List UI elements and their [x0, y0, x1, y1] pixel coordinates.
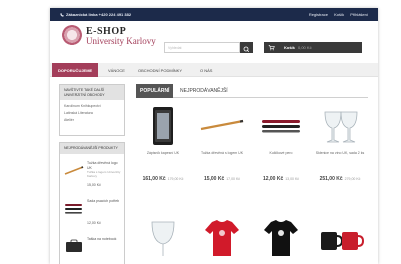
- product-card[interactable]: Sklenice na víno UK, sada 2 ks 251,00 Kč…: [313, 104, 367, 182]
- promo-box: Navštivte také další univerzitní obchody…: [59, 84, 125, 136]
- bestsellers-box: Nejprodávanější produkty Tužka dřevěná l…: [59, 142, 125, 264]
- product-name: Zápisník kapesní UK: [146, 151, 180, 155]
- bestseller-name: Sada psacích potřeb: [87, 199, 120, 203]
- product-price-now: 161,00 Kč: [142, 176, 166, 182]
- pencil-icon: [64, 166, 84, 175]
- bestseller-name: Taška na notebook: [87, 237, 117, 241]
- product-card[interactable]: Zápisník kapesní UK 161,00 Kč 179,00 Kč: [136, 104, 190, 182]
- product-price: 15,00 Kč 17,00 Kč: [195, 167, 249, 185]
- cart-icon: [268, 45, 275, 51]
- login-link[interactable]: Přihlášení: [350, 12, 368, 17]
- product-card[interactable]: Tužka dřevěná s logem UK 15,00 Kč 17,00 K…: [195, 104, 249, 182]
- wine-glasses-icon: [324, 111, 358, 143]
- product-price: 12,00 Kč 13,00 Kč: [254, 167, 308, 185]
- nav-item-christmas[interactable]: Vánoce: [108, 63, 125, 77]
- product-name: Sklenice na víno UK, sada 2 ks: [315, 151, 365, 155]
- university-seal-logo[interactable]: [62, 25, 82, 45]
- nav-item-recommended[interactable]: Doporučujeme: [52, 63, 99, 77]
- product-card[interactable]: [195, 216, 249, 264]
- header: E-SHOP University Karlovy Vyhledat Košík…: [50, 21, 378, 63]
- search-input[interactable]: Vyhledat: [164, 42, 240, 53]
- glass-icon: [151, 221, 175, 256]
- phone-icon: [60, 13, 64, 17]
- cart-total: 0,00 Kč: [298, 45, 312, 50]
- product-price-old: 279,00 Kč: [344, 177, 361, 181]
- tshirt-black-icon: [264, 220, 298, 256]
- notebook-icon: [153, 107, 173, 145]
- product-name: Tužka dřevěná s logem UK: [200, 151, 244, 155]
- search-button[interactable]: [240, 42, 253, 53]
- product-card[interactable]: [254, 216, 308, 264]
- brand-subtitle[interactable]: University Karlovy: [86, 36, 156, 46]
- product-price-now: 251,00 Kč: [319, 176, 343, 182]
- promo-link[interactable]: Latinská Literatura: [64, 110, 120, 117]
- product-price: 161,00 Kč 179,00 Kč: [136, 167, 190, 185]
- pens-icon: [65, 204, 82, 214]
- product-price-old: 179,00 Kč: [167, 177, 184, 181]
- nav-item-about[interactable]: O nás: [200, 63, 212, 77]
- cart-label: Košík: [284, 45, 295, 50]
- bestseller-name: Tužka dřevěná logo UK: [87, 161, 118, 170]
- bestseller-desc: Tužka s logem Univerzity Karlovy: [87, 170, 121, 178]
- promo-link[interactable]: Karolinum Knihkupectví: [64, 103, 120, 110]
- bestseller-item[interactable]: Sada psacích potřeb 12,00 Kč: [64, 199, 122, 225]
- nav-item-terms[interactable]: Obchodní podmínky: [138, 63, 182, 77]
- product-name: Kuličkové pero: [269, 151, 293, 155]
- tab-bestselling[interactable]: Nejprodávanější: [180, 84, 228, 98]
- cart-button[interactable]: Košík 0,00 Kč: [264, 42, 362, 53]
- hotline: Zákaznická linka +420 224 491 382: [60, 12, 131, 17]
- promo-links: Karolinum Knihkupectví Latinská Literatu…: [60, 100, 124, 127]
- product-price-now: 15,00 Kč: [203, 176, 225, 182]
- bestseller-item[interactable]: Taška na notebook: [64, 237, 122, 257]
- promo-heading: Navštivte také další univerzitní obchody: [60, 85, 124, 100]
- register-link[interactable]: Registrace: [309, 12, 328, 17]
- bestseller-price: 12,00 Kč: [87, 221, 101, 225]
- product-card[interactable]: [313, 216, 367, 264]
- bestseller-price: 15,00 Kč: [87, 183, 101, 187]
- promo-link[interactable]: Ateliér: [64, 117, 120, 124]
- account-links: Registrace Košík Přihlášení: [304, 12, 368, 17]
- cart-link[interactable]: Košík: [334, 12, 344, 17]
- bestseller-item[interactable]: Tužka dřevěná logo UK Tužka s logem Univ…: [64, 161, 122, 187]
- shop-page: Zákaznická linka +420 224 491 382 Regist…: [50, 8, 378, 264]
- product-card[interactable]: [136, 216, 190, 264]
- pencil-icon: [200, 119, 244, 131]
- tshirt-red-icon: [205, 220, 239, 256]
- product-price-old: 17,00 Kč: [226, 177, 241, 181]
- product-price-now: 12,00 Kč: [262, 176, 284, 182]
- mugs-icon: [321, 232, 365, 250]
- product-price-old: 13,00 Kč: [285, 177, 300, 181]
- bestsellers-heading: Nejprodávanější produkty: [60, 143, 124, 154]
- top-bar: Zákaznická linka +420 224 491 382 Regist…: [50, 8, 378, 21]
- product-tabs: Populární Nejprodávanější: [136, 84, 368, 98]
- pens-icon: [262, 120, 300, 133]
- laptop-bag-icon: [66, 239, 82, 252]
- product-card[interactable]: Kuličkové pero 12,00 Kč 13,00 Kč: [254, 104, 308, 182]
- product-price: 251,00 Kč 279,00 Kč: [313, 167, 367, 185]
- hotline-text: Zákaznická linka +420 224 491 382: [66, 12, 132, 17]
- main-nav: Doporučujeme Vánoce Obchodní podmínky O …: [50, 63, 378, 77]
- tab-popular[interactable]: Populární: [136, 84, 174, 98]
- search-icon: [243, 46, 250, 53]
